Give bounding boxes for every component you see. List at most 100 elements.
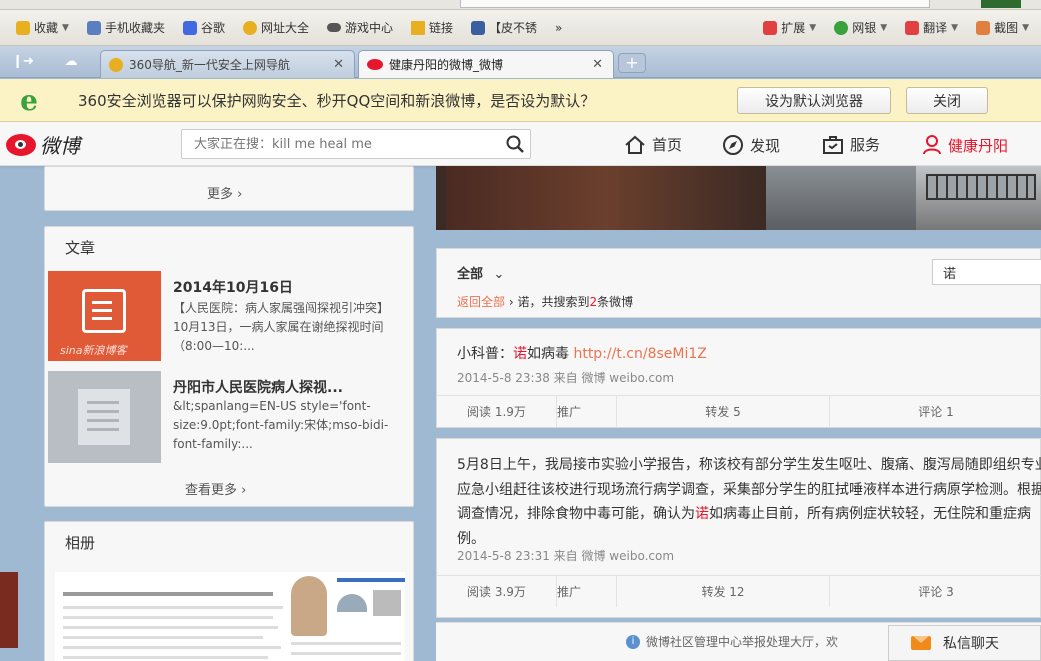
user-icon — [923, 135, 941, 155]
repost-button[interactable]: 转发 12 — [617, 576, 830, 607]
post-actions: 阅读 3.9万 推广 转发 12 评论 3 — [437, 575, 1041, 607]
tool-screenshot[interactable]: 截图 ▼ — [970, 15, 1035, 41]
new-tab-button[interactable]: + — [618, 53, 646, 73]
feed-search-box — [932, 259, 1041, 285]
post-text-after: 如病毒 — [527, 346, 574, 362]
shield-icon — [834, 20, 849, 35]
feed-filter-card: 全部 ⌄ 返回全部 › 诺，共搜索到2条微博 — [436, 248, 1041, 318]
bookmark-favorites[interactable]: 收藏 ▼ — [10, 15, 75, 41]
chat-label: 私信聊天 — [943, 636, 999, 652]
cloud-icon[interactable]: ☁ — [56, 52, 86, 72]
bookmark-game-center[interactable]: 游戏中心 — [321, 15, 399, 41]
browser-top-strip — [0, 0, 1041, 10]
post-meta[interactable]: 2014-5-8 23:38 来自 微博 weibo.com — [457, 369, 674, 386]
article-thumbnail[interactable]: sina新浪博客 — [48, 271, 161, 361]
close-icon[interactable]: ✕ — [592, 57, 603, 72]
bookmark-google[interactable]: 谷歌 — [177, 15, 231, 41]
tool-label: 截图 — [994, 21, 1019, 35]
chevron-down-icon: ▼ — [1022, 22, 1029, 33]
scissors-icon — [976, 20, 991, 35]
post-text: 小科普：诺如病毒 http://t.cn/8seMi1Z — [457, 343, 707, 365]
brand-name: 微博 — [40, 134, 80, 158]
post-link[interactable]: http://t.cn/8seMi1Z — [573, 346, 706, 362]
star-icon — [16, 20, 30, 35]
tool-translate[interactable]: 翻译 ▼ — [899, 15, 964, 41]
360-icon — [109, 57, 123, 72]
see-more-link[interactable]: 查看更多 › — [185, 479, 246, 498]
bookmark-icon — [471, 20, 486, 35]
promote-button[interactable]: 推广 — [557, 576, 617, 607]
close-icon[interactable]: ✕ — [333, 57, 344, 72]
filter-all-dropdown[interactable]: 全部 ⌄ — [457, 263, 504, 282]
thumbnail-watermark: sina新浪博客 — [60, 344, 127, 357]
extension-icon — [763, 20, 778, 35]
tab-weibo[interactable]: 健康丹阳的微博_微博 ✕ — [358, 50, 614, 78]
bookmark-label: 手机收藏夹 — [104, 21, 165, 35]
feed-search-input[interactable] — [933, 260, 1041, 284]
album-thumbnail[interactable] — [55, 572, 405, 661]
tool-extensions[interactable]: 扩展 ▼ — [757, 15, 822, 41]
bookmark-label: 游戏中心 — [344, 21, 393, 35]
article-thumbnail[interactable] — [48, 371, 161, 463]
bookmark-mobile-favorites[interactable]: 手机收藏夹 — [81, 15, 171, 41]
nav-service[interactable]: 服务 — [822, 134, 880, 155]
bookmark-url-directory[interactable]: 网址大全 — [237, 15, 315, 41]
promote-button[interactable]: 推广 — [557, 396, 617, 427]
repost-button[interactable]: 转发 5 — [617, 396, 830, 427]
more-card: 更多 › — [44, 166, 414, 211]
360-icon — [242, 20, 257, 35]
post-text-before: 小科普： — [457, 346, 513, 362]
post-text: 5月8日上午，我局接市实验小学报告，称该校有部分学生发生呕吐、腹痛、腹泻局随即组… — [457, 453, 1041, 551]
chevron-down-icon: ▼ — [62, 22, 69, 33]
more-link[interactable]: 更多 › — [207, 183, 242, 202]
tab-title: 健康丹阳的微博_微博 — [389, 58, 504, 72]
comment-button[interactable]: 评论 1 — [830, 396, 1041, 427]
bookmarks-overflow-button[interactable]: » — [549, 15, 568, 41]
bookmark-label: 收藏 — [34, 21, 59, 35]
set-default-browser-button[interactable]: 设为默认浏览器 — [737, 87, 891, 114]
articles-heading: 文章 — [65, 239, 96, 257]
search-icon[interactable] — [500, 129, 530, 159]
private-message-chat-button[interactable]: 私信聊天 — [888, 625, 1041, 661]
search-result-breadcrumb: 返回全部 › 诺，共搜索到2条微博 — [457, 293, 633, 310]
bookmark-label: 链接 — [429, 21, 454, 35]
comment-button[interactable]: 评论 3 — [830, 576, 1041, 607]
bookmark-stainless[interactable]: 【皮不锈 — [465, 15, 543, 41]
result-text-tail: 条微博 — [597, 295, 634, 309]
nav-label: 健康丹阳 — [948, 136, 1009, 155]
translate-icon — [905, 20, 920, 35]
weibo-header: 微博 首页 发现 服务 健康丹阳 — [0, 122, 1041, 166]
weibo-search-box — [181, 129, 531, 159]
back-all-link[interactable]: 返回全部 — [457, 295, 505, 309]
tool-ebank[interactable]: 网银 ▼ — [828, 15, 893, 41]
keyword-highlight: 诺 — [513, 346, 527, 362]
nav-home[interactable]: 首页 — [624, 134, 682, 155]
article-title[interactable]: 2014年10月16日 — [173, 277, 293, 297]
sidebar-toggle-icon[interactable]: ❙➜ — [8, 52, 38, 72]
read-count: 阅读 1.9万 — [437, 396, 557, 427]
bookmark-links[interactable]: 链接 — [405, 15, 459, 41]
feed-post: 小科普：诺如病毒 http://t.cn/8seMi1Z 2014-5-8 23… — [436, 328, 1041, 428]
left-edge-decoration — [0, 572, 18, 648]
tool-label: 网银 — [852, 21, 877, 35]
article-description: 【人民医院：病人家属强闯探视引冲突】10月13日，一病人家属在谢绝探视时间（8:… — [173, 301, 390, 353]
filter-label: 全部 — [457, 267, 484, 282]
profile-cover-image — [436, 166, 1041, 230]
document-icon — [78, 389, 130, 445]
post-meta[interactable]: 2014-5-8 23:31 来自 微博 weibo.com — [457, 547, 674, 564]
toolbar-button[interactable] — [981, 0, 1021, 8]
search-input[interactable] — [194, 136, 500, 152]
infobar-close-button[interactable]: 关闭 — [906, 87, 988, 114]
bookmark-label: 网址大全 — [260, 21, 309, 35]
nav-user[interactable]: 健康丹阳 — [922, 134, 1008, 156]
gamepad-icon — [326, 23, 341, 32]
address-bar[interactable] — [460, 0, 930, 8]
google-icon — [182, 20, 197, 35]
tab-360-nav[interactable]: 360导航_新一代安全上网导航 ✕ — [100, 50, 355, 78]
weibo-logo[interactable]: 微博 — [6, 130, 80, 159]
bookmark-label: 谷歌 — [200, 21, 225, 35]
report-hall-link[interactable]: i 微博社区管理中心举报处理大厅，欢 — [626, 633, 838, 650]
bookmark-label: » — [555, 20, 563, 35]
article-title[interactable]: 丹阳市人民医院病人探视... — [173, 377, 343, 397]
nav-discover[interactable]: 发现 — [722, 134, 780, 156]
